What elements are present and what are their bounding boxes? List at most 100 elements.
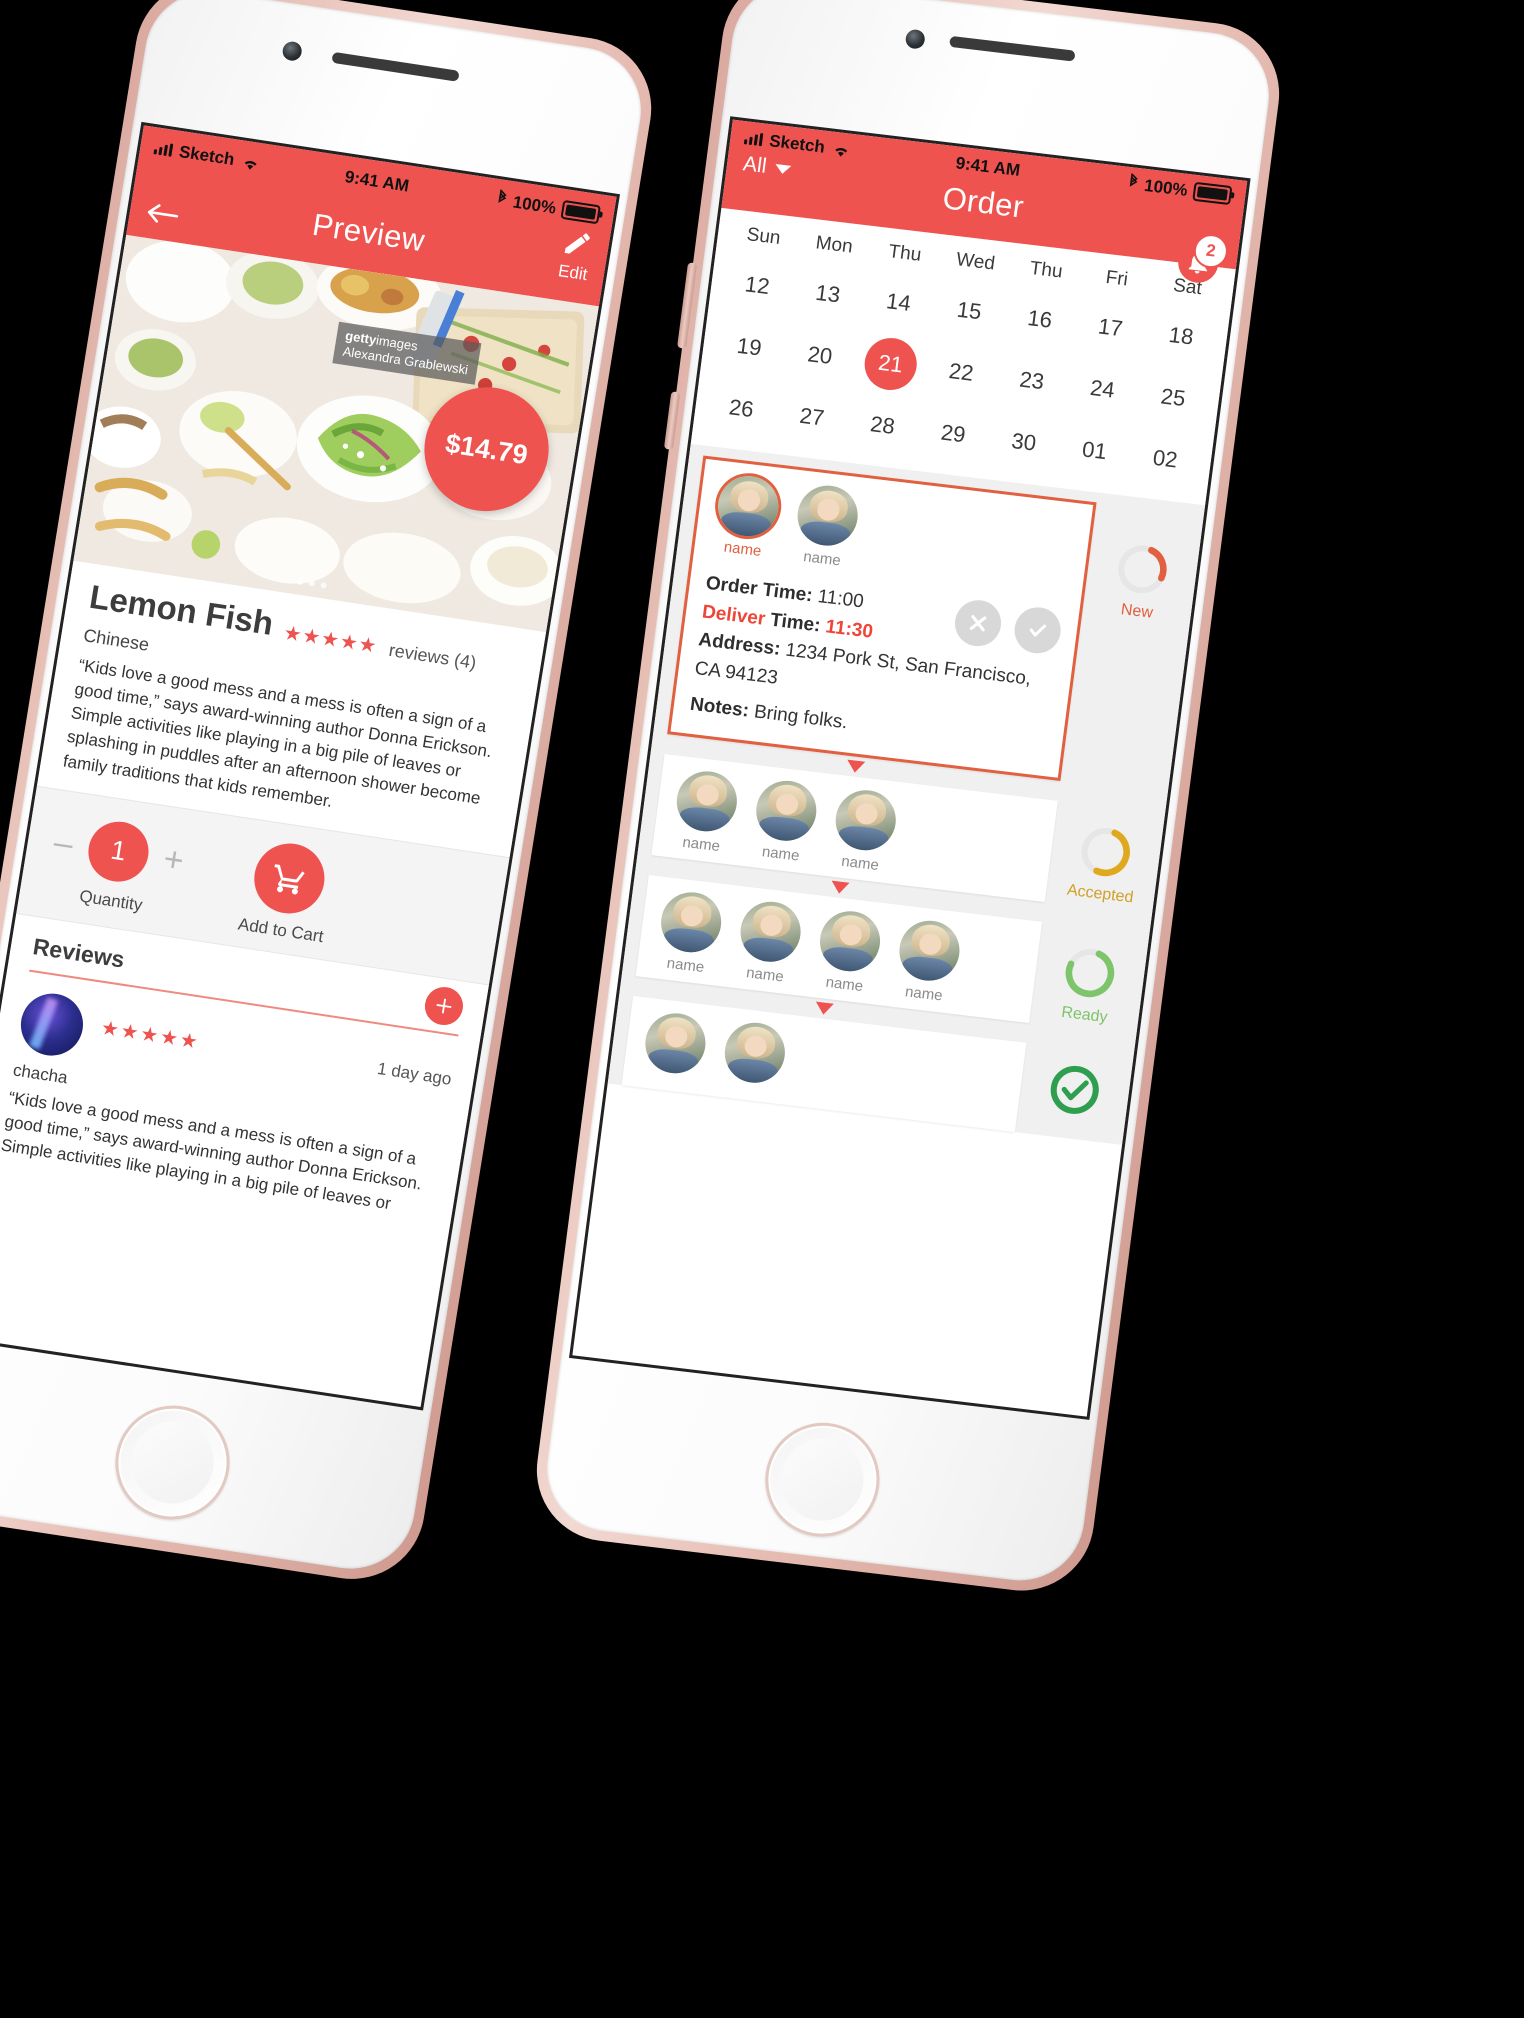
decrease-quantity-button[interactable]: – <box>51 823 76 863</box>
notifications-button[interactable]: 2 <box>1175 232 1230 285</box>
deliver-time-value: 11:30 <box>824 615 875 643</box>
day-cell[interactable]: 18 <box>1142 301 1221 371</box>
day-cell[interactable]: 02 <box>1126 424 1205 494</box>
pencil-edit-icon <box>564 233 590 254</box>
person-name: name <box>761 842 801 865</box>
phone-right: Sketch 9:41 AM 100% All Order 2 Sun Mon … <box>528 0 1288 1599</box>
wifi-icon <box>240 154 261 171</box>
signal-icon <box>743 131 764 147</box>
person-name: name <box>665 954 706 976</box>
product-hero-image[interactable]: gettyimages Alexandra Grablewski $14.79 <box>73 234 599 633</box>
person[interactable]: name <box>653 888 727 977</box>
battery-percent: 100% <box>511 191 558 218</box>
signal-icon <box>153 141 174 157</box>
add-to-cart-group[interactable]: Add to Cart <box>237 837 338 947</box>
day-cell[interactable]: 17 <box>1071 293 1150 363</box>
day-cell[interactable]: 19 <box>710 312 789 382</box>
order-card-active[interactable]: name name Order Time: 11:00 Deliver Time… <box>667 455 1097 781</box>
quantity-stepper[interactable]: – 1 + Quantity <box>45 812 189 920</box>
day-cell[interactable]: 14 <box>859 268 938 338</box>
person[interactable] <box>640 1009 711 1077</box>
person[interactable]: name <box>710 472 784 562</box>
person[interactable]: name <box>732 897 806 987</box>
day-cell[interactable]: 29 <box>914 399 993 469</box>
add-to-cart-label: Add to Cart <box>236 914 325 946</box>
status-ring-done <box>1050 1065 1099 1114</box>
day-cell[interactable]: 12 <box>718 251 797 321</box>
person-photo <box>673 767 741 835</box>
day-number: 15 <box>955 296 983 325</box>
day-number: 19 <box>735 332 764 361</box>
person-photo <box>714 472 782 540</box>
person[interactable]: name <box>668 767 742 856</box>
person-name: name <box>840 852 880 874</box>
person-photo <box>657 888 725 956</box>
address-label: Address: <box>697 629 782 660</box>
notes-label: Notes: <box>688 693 751 722</box>
order-status: New <box>1082 502 1204 627</box>
rating-stars: ★★★★★ <box>281 622 380 658</box>
accept-order-button[interactable] <box>1011 604 1064 656</box>
person[interactable]: name <box>789 482 863 571</box>
day-cell[interactable]: 25 <box>1134 363 1213 433</box>
day-cell[interactable]: 22 <box>922 337 1001 407</box>
person-name: name <box>745 963 785 986</box>
day-cell[interactable]: 28 <box>843 391 922 461</box>
day-number: 27 <box>798 402 826 431</box>
day-number: 26 <box>727 394 756 422</box>
order-time-value: 11:00 <box>816 586 865 613</box>
person-name: name <box>824 973 865 995</box>
bluetooth-icon <box>494 188 508 211</box>
avatar <box>16 989 88 1060</box>
edit-label: Edit <box>556 261 589 285</box>
reviews-count-label[interactable]: reviews (4) <box>387 640 477 674</box>
right-screen: Sketch 9:41 AM 100% All Order 2 Sun Mon … <box>569 116 1251 1420</box>
person[interactable]: name <box>827 786 901 875</box>
order-status: Ready <box>1030 921 1150 1030</box>
filter-label: All <box>741 152 768 178</box>
day-cell[interactable]: 26 <box>702 374 781 444</box>
day-cell[interactable]: 24 <box>1063 354 1142 424</box>
person-name: name <box>681 833 722 855</box>
time-word: Time: <box>769 609 822 636</box>
day-cell[interactable]: 20 <box>781 321 860 391</box>
day-cell[interactable]: 01 <box>1055 416 1134 486</box>
notes-value: Bring folks. <box>752 701 849 734</box>
status-ring-ready <box>1065 948 1115 997</box>
volume-down-button[interactable] <box>663 391 681 450</box>
day-cell[interactable]: 15 <box>930 276 1009 346</box>
person-photo <box>641 1009 710 1077</box>
add-to-cart-button[interactable] <box>249 838 330 918</box>
day-cell[interactable]: 30 <box>985 407 1064 477</box>
plus-icon <box>436 998 452 1014</box>
day-number: 22 <box>947 358 976 386</box>
day-number-selected: 21 <box>861 335 920 393</box>
increase-quantity-button[interactable]: + <box>161 839 187 879</box>
quantity-label: Quantity <box>78 886 144 915</box>
reject-order-button[interactable] <box>952 597 1004 649</box>
day-cell[interactable]: 27 <box>773 382 852 452</box>
back-button[interactable] <box>143 200 181 235</box>
battery-icon <box>1192 181 1233 206</box>
close-x-icon <box>969 615 987 632</box>
person[interactable] <box>719 1018 790 1086</box>
day-number: 25 <box>1159 383 1187 412</box>
battery-icon <box>560 199 601 225</box>
day-cell[interactable]: 23 <box>993 346 1072 416</box>
day-number: 23 <box>1018 366 1046 395</box>
day-number: 16 <box>1026 305 1054 333</box>
order-status <box>1018 1042 1134 1122</box>
day-cell[interactable]: 16 <box>1000 284 1079 354</box>
person[interactable]: name <box>812 907 886 996</box>
status-label: New <box>1119 601 1154 622</box>
day-number: 30 <box>1010 428 1038 456</box>
person-photo <box>832 786 900 854</box>
person[interactable]: name <box>891 916 965 1006</box>
person[interactable]: name <box>748 776 822 866</box>
day-cell[interactable]: 13 <box>789 259 868 329</box>
person-photo <box>752 776 820 844</box>
person-photo <box>816 907 884 975</box>
day-cell-selected[interactable]: 21 <box>851 329 930 399</box>
day-number: 13 <box>814 279 842 308</box>
left-screen: Sketch 9:41 AM 100% Edit Preview gettyim… <box>0 121 621 1411</box>
